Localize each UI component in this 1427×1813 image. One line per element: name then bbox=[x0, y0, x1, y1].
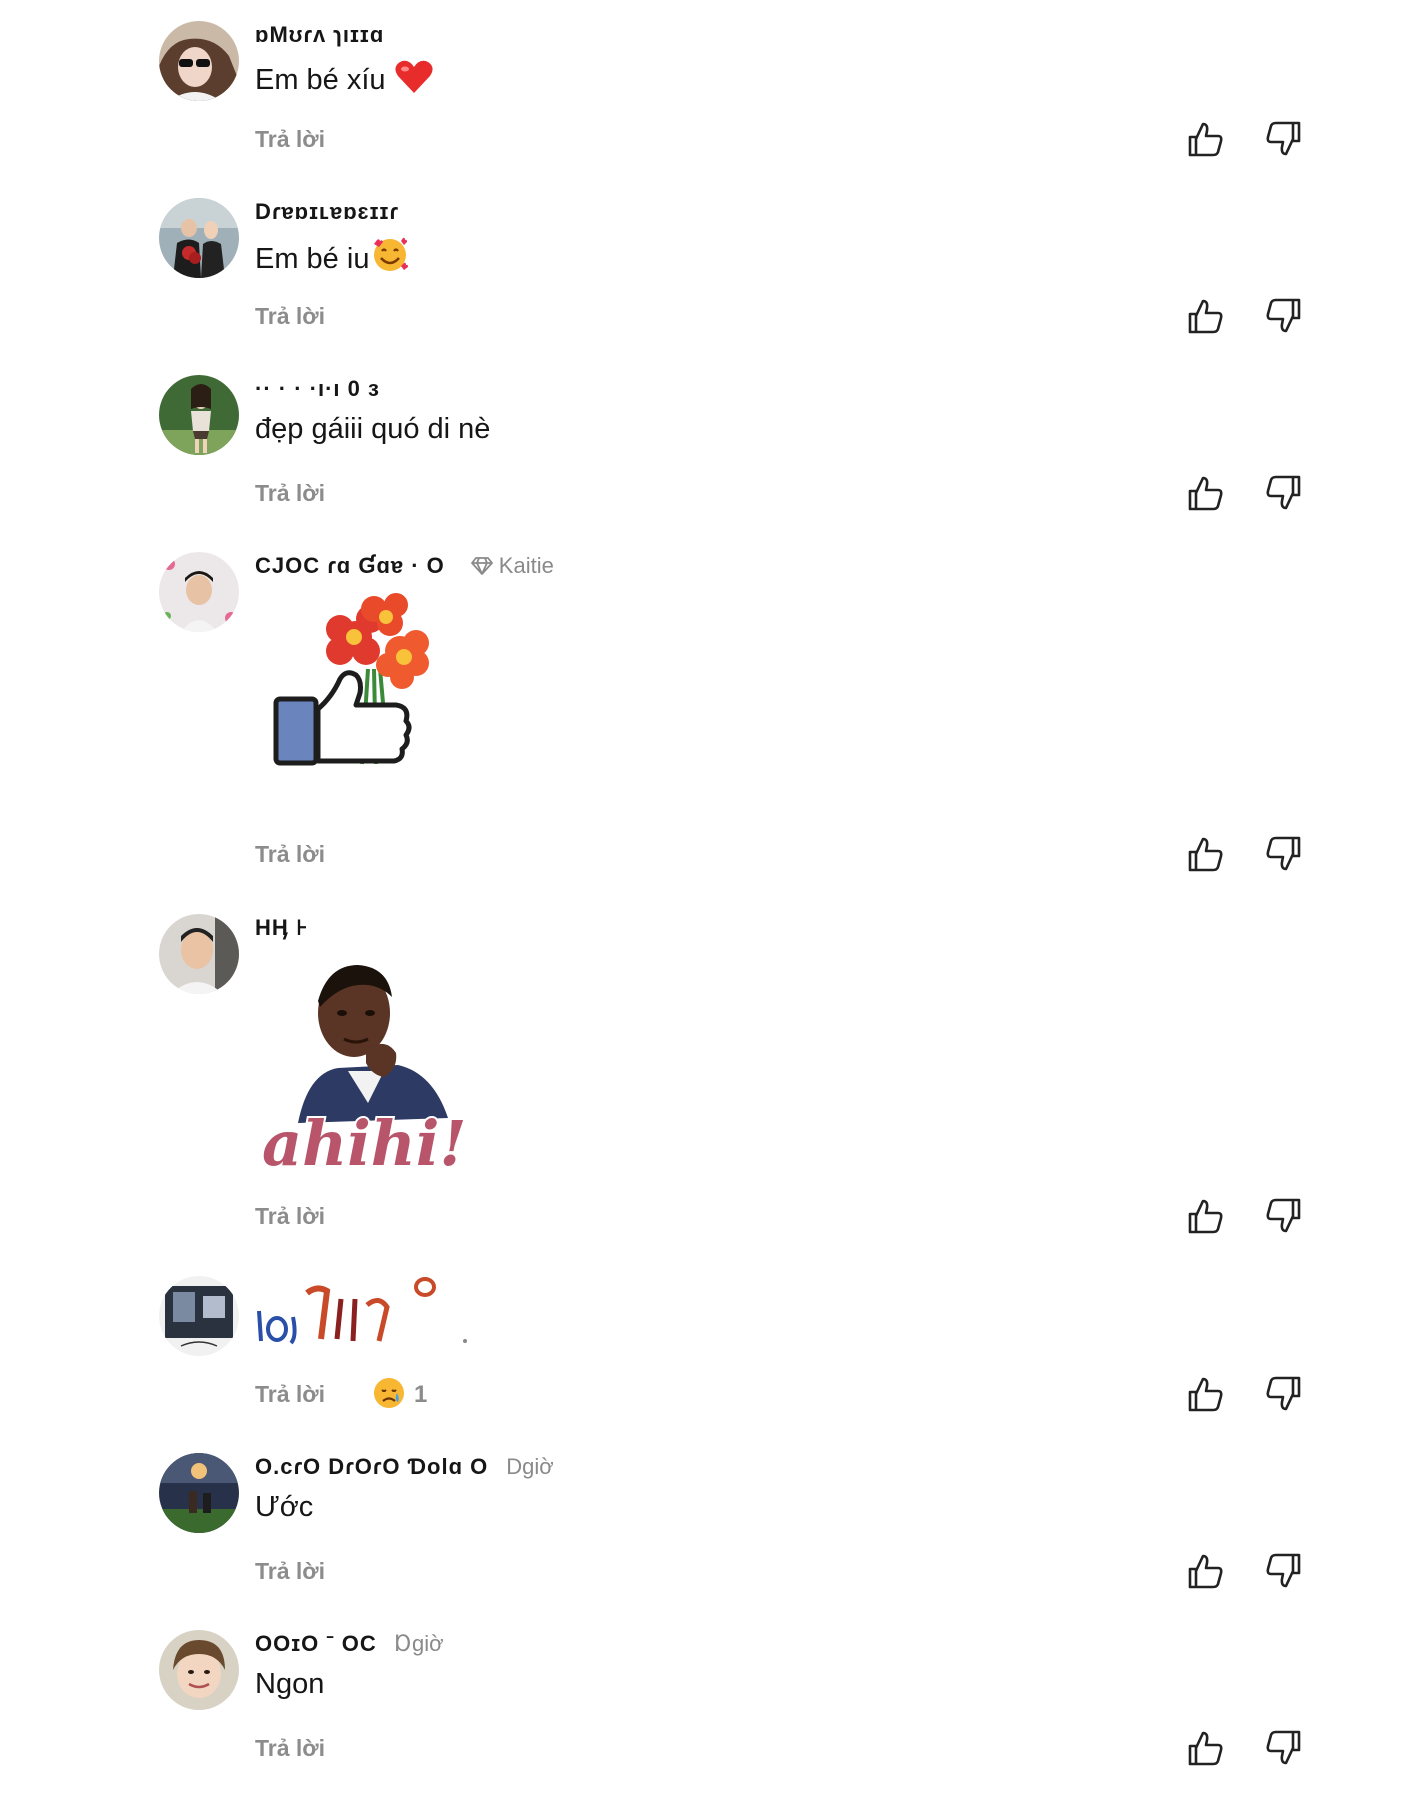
diamond-icon bbox=[470, 556, 493, 582]
avatar[interactable] bbox=[159, 914, 239, 994]
comment-username-text: CJOC ɾɑ Ɠɑɐ · O bbox=[255, 553, 445, 578]
thumbs-down-icon[interactable] bbox=[1264, 834, 1304, 874]
avatar[interactable] bbox=[159, 1453, 239, 1533]
comment-username[interactable]: OOɪO ˉ OC Ɒgiờ bbox=[255, 1631, 444, 1657]
reply-button[interactable]: Trả lời bbox=[255, 480, 325, 507]
reply-button[interactable]: Trả lời bbox=[255, 1735, 325, 1762]
reply-button[interactable]: Trả lời bbox=[255, 1558, 325, 1585]
comment-text: Ước bbox=[255, 1491, 313, 1524]
reply-button[interactable]: Trả lời bbox=[255, 1203, 325, 1230]
comment-list: ɒMʊɾʌ ɿıɪɪɑ Em bé xíu Trả lời Dɾɐɒɪʟɐɒɛɪ… bbox=[0, 0, 1427, 1813]
comment-text: Em bé iu bbox=[255, 236, 409, 282]
avatar[interactable] bbox=[159, 1630, 239, 1710]
thumbs-up-icon[interactable] bbox=[1185, 834, 1225, 874]
comment-username[interactable]: ·· · · ·ı·ı 0 ɜ bbox=[255, 376, 380, 402]
avatar[interactable] bbox=[159, 21, 239, 101]
reply-button[interactable]: Trả lời bbox=[255, 841, 325, 868]
avatar[interactable] bbox=[159, 552, 239, 632]
ahihi-sticker: ahihi! bbox=[258, 953, 478, 1182]
thumbs-down-icon[interactable] bbox=[1264, 1728, 1304, 1768]
comment-text-content: Em bé iu bbox=[255, 243, 370, 275]
comment-username-text: OOɪO ˉ OC bbox=[255, 1631, 377, 1656]
comment-text-content: Ngon bbox=[255, 1668, 325, 1700]
comment-text-content: Ước bbox=[255, 1491, 314, 1523]
comment-text: Ngon bbox=[255, 1668, 324, 1701]
user-badge-label: Kaitie bbox=[498, 553, 554, 578]
comment-text-content: Em bé xíu bbox=[255, 64, 386, 96]
thumbs-up-icon[interactable] bbox=[1185, 473, 1225, 513]
user-badge: Kaitie bbox=[470, 553, 554, 578]
comment-text: đẹp gáiii quó di nè bbox=[255, 413, 490, 446]
reaction-count: 1 bbox=[414, 1381, 428, 1408]
thumbs-up-icon[interactable] bbox=[1185, 1196, 1225, 1236]
thumbs-down-icon[interactable] bbox=[1264, 473, 1304, 513]
thumbs-down-icon[interactable] bbox=[1264, 1196, 1304, 1236]
avatar[interactable] bbox=[159, 1276, 239, 1356]
avatar[interactable] bbox=[159, 198, 239, 278]
sad-relieved-face-icon bbox=[374, 1378, 404, 1408]
thumbs-up-icon[interactable] bbox=[1185, 1374, 1225, 1414]
comment-username[interactable]: CJOC ɾɑ Ɠɑɐ · O Kaitie bbox=[255, 553, 554, 582]
comment-username[interactable]: ɒMʊɾʌ ɿıɪɪɑ bbox=[255, 22, 384, 48]
thumbs-up-icon[interactable] bbox=[1185, 1728, 1225, 1768]
thumbs-down-icon[interactable] bbox=[1264, 296, 1304, 336]
reaction-summary[interactable]: 1 bbox=[372, 1376, 427, 1410]
smiling-face-with-hearts-icon bbox=[371, 236, 409, 282]
comment-text-content: đẹp gáiii quó di nè bbox=[255, 413, 491, 445]
comment-timestamp: Dgiờ bbox=[506, 1454, 554, 1479]
avatar[interactable] bbox=[159, 375, 239, 455]
thumbs-up-icon[interactable] bbox=[1185, 296, 1225, 336]
reply-button[interactable]: Trả lời bbox=[255, 1381, 325, 1408]
thumbs-down-icon[interactable] bbox=[1264, 119, 1304, 159]
reply-button[interactable]: Trả lời bbox=[255, 303, 325, 330]
thumbs-up-icon[interactable] bbox=[1185, 119, 1225, 159]
red-heart-icon bbox=[394, 59, 434, 103]
sticker-caption: ahihi! bbox=[262, 1107, 467, 1175]
comment-username-text: O.cɾO DɾOɾO Ɗolɑ O bbox=[255, 1454, 489, 1479]
thumbs-down-icon[interactable] bbox=[1264, 1551, 1304, 1591]
comment-username[interactable]: Dɾɐɒɪʟɐɒɛɪɪɾ bbox=[255, 199, 399, 225]
thumbs-up-icon[interactable] bbox=[1185, 1551, 1225, 1591]
scribble-sticker bbox=[255, 1277, 485, 1350]
reply-button[interactable]: Trả lời bbox=[255, 126, 325, 153]
thumb-with-flowers-sticker bbox=[270, 589, 460, 794]
comment-username[interactable]: O.cɾO DɾOɾO Ɗolɑ O Dgiờ bbox=[255, 1454, 554, 1480]
thumbs-down-icon[interactable] bbox=[1264, 1374, 1304, 1414]
comment-timestamp: Ɒgiờ bbox=[394, 1631, 444, 1656]
comment-username[interactable]: HӉ ⊦ bbox=[255, 915, 309, 941]
comment-text: Em bé xíu bbox=[255, 59, 434, 103]
